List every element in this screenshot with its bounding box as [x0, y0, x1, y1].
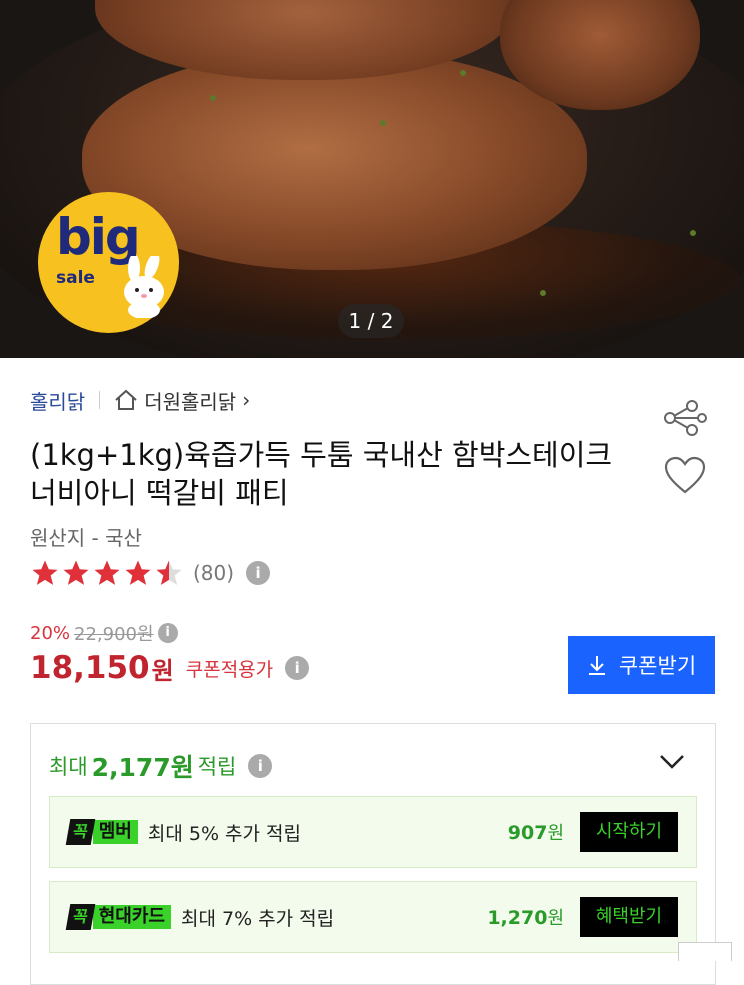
benefit-amount: 907원	[507, 822, 564, 844]
download-icon	[588, 656, 605, 675]
points-panel: 최대 2,177원 적립 i 꼭 멤버 최대 5% 추가 적립 907원 시작하…	[30, 723, 716, 985]
brand-row: 홀리닭 더원홀리닭 ›	[30, 386, 250, 414]
home-icon	[115, 389, 137, 410]
points-amount: 2,177원	[91, 753, 194, 782]
herb-garnish	[460, 70, 466, 76]
bunny-mascot-icon	[124, 256, 164, 318]
get-benefit-button[interactable]: 혜택받기	[580, 897, 678, 937]
kkok-hyundai-tag: 꼭 현대카드	[65, 904, 171, 930]
coupon-button-label: 쿠폰받기	[618, 654, 697, 678]
benefit-text: 최대 7% 추가 적립	[180, 907, 335, 930]
herb-garnish	[380, 120, 386, 126]
star-icon	[94, 560, 120, 585]
points-suffix: 적립	[197, 755, 237, 779]
info-icon[interactable]: i	[248, 754, 273, 778]
benefit-text: 최대 5% 추가 적립	[147, 822, 302, 845]
hyundai-card-benefit-card: 꼭 현대카드 최대 7% 추가 적립 1,270원 혜택받기	[49, 881, 697, 953]
herb-garnish	[540, 290, 546, 296]
current-price: 18,150	[30, 650, 150, 686]
product-title: (1kg+1kg)육즙가득 두툼 국내산 함박스테이크 너비아니 떡갈비 패티	[30, 438, 613, 510]
discount-row: 20% 22,900원 i	[30, 620, 178, 646]
tag-kkok: 꼭	[65, 819, 96, 845]
scroll-top-button[interactable]	[678, 942, 732, 961]
coupon-applied-label: 쿠폰적용가	[185, 658, 274, 681]
tag-kkok: 꼭	[65, 904, 96, 930]
product-image-carousel[interactable]: big sale 1 / 2	[0, 0, 744, 358]
tag-member: 멤버	[92, 820, 138, 844]
benefit-amount: 1,270원	[487, 907, 564, 929]
store-link[interactable]: 더원홀리닭 ›	[114, 386, 250, 415]
original-price: 22,900원	[74, 624, 154, 645]
discount-rate: 20%	[30, 622, 71, 644]
origin-label: 원산지 - 국산	[30, 526, 142, 550]
badge-sale-text: sale	[56, 268, 95, 288]
start-button[interactable]: 시작하기	[580, 812, 678, 852]
badge-big-text: big	[56, 208, 141, 266]
divider	[99, 391, 101, 409]
star-icon	[32, 560, 58, 585]
star-rating	[30, 558, 185, 588]
star-icon	[63, 560, 89, 585]
heart-icon[interactable]	[664, 456, 706, 496]
herb-garnish	[690, 230, 696, 236]
info-icon[interactable]: i	[285, 656, 310, 680]
review-count: (80)	[193, 561, 235, 585]
coupon-download-button[interactable]: 쿠폰받기	[568, 636, 715, 694]
chevron-right-icon: ›	[242, 388, 251, 412]
info-icon[interactable]: i	[246, 561, 271, 585]
half-star-icon	[156, 560, 182, 585]
chevron-down-icon[interactable]	[659, 754, 685, 770]
star-icon	[125, 560, 151, 585]
points-prefix: 최대	[49, 755, 88, 779]
brand-name[interactable]: 홀리닭	[30, 386, 85, 415]
share-icon[interactable]	[662, 398, 710, 438]
store-name: 더원홀리닭	[144, 389, 237, 414]
tag-hyundai-card: 현대카드	[92, 905, 171, 929]
image-counter: 1 / 2	[338, 304, 404, 338]
price-row: 18,150 원 쿠폰적용가 i	[30, 650, 310, 686]
kkok-member-tag: 꼭 멤버	[65, 819, 138, 845]
big-sale-badge: big sale	[38, 192, 179, 333]
member-benefit-card: 꼭 멤버 최대 5% 추가 적립 907원 시작하기	[49, 796, 697, 868]
currency-unit: 원	[151, 656, 174, 685]
points-summary[interactable]: 최대 2,177원 적립 i	[49, 748, 273, 784]
herb-garnish	[210, 95, 216, 101]
rating-row[interactable]: (80) i	[30, 558, 271, 588]
info-icon[interactable]: i	[157, 623, 178, 643]
